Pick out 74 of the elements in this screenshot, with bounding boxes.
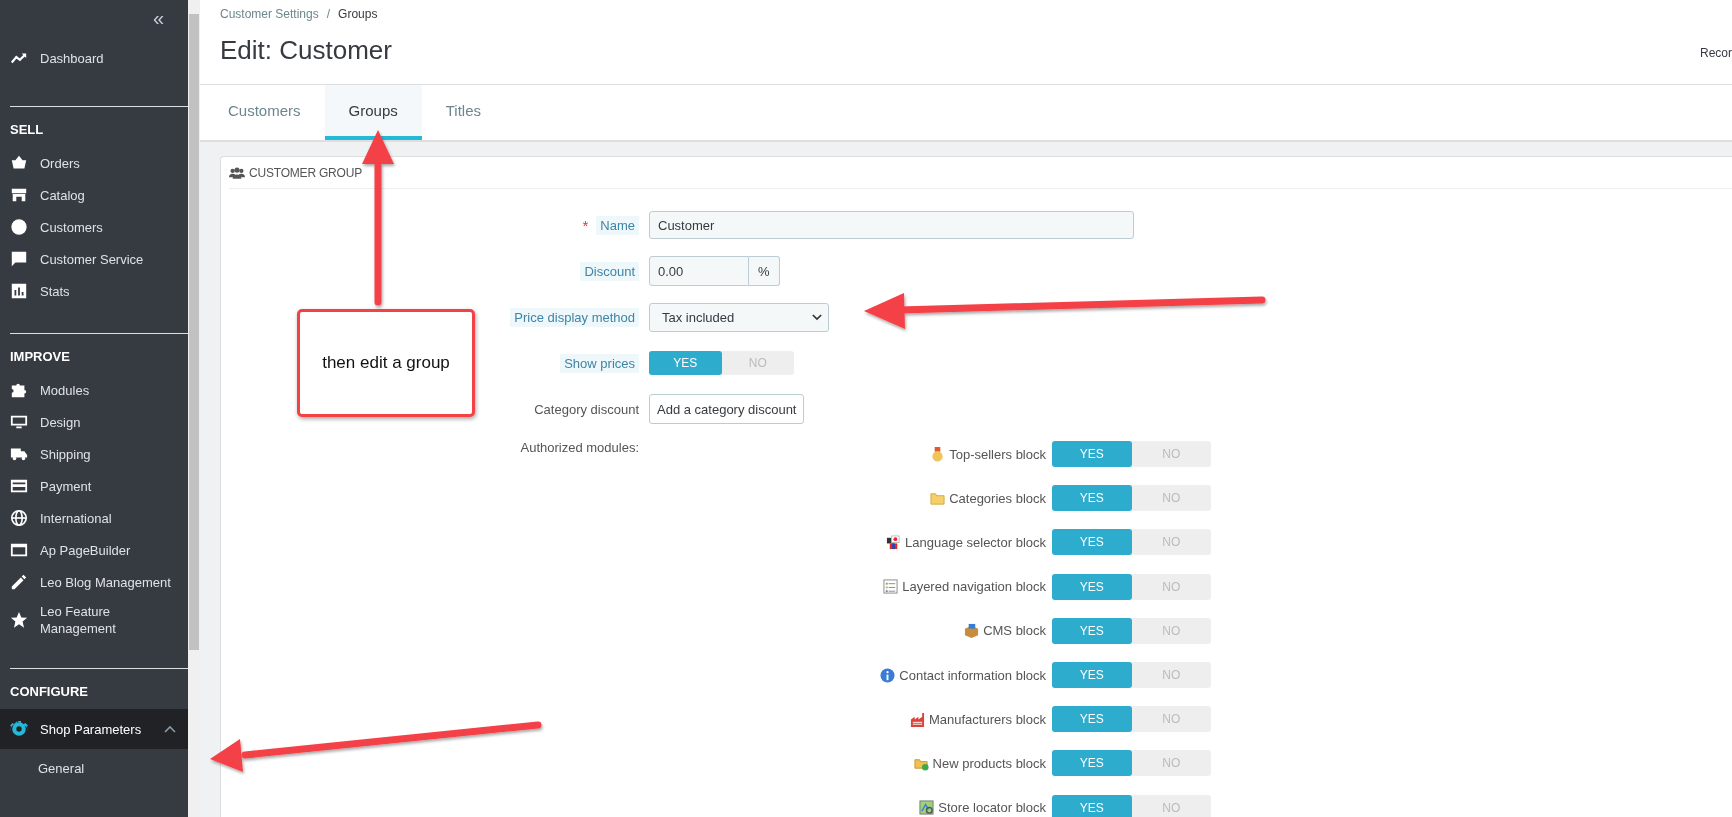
sidebar-item[interactable]: Customers xyxy=(0,211,188,243)
sidebar-item[interactable]: Payment xyxy=(0,470,188,502)
window-icon xyxy=(10,541,28,559)
chevron-icon xyxy=(812,313,822,321)
name-field[interactable]: Customer xyxy=(649,211,1134,239)
bars-icon xyxy=(10,282,28,300)
flags-icon xyxy=(886,534,902,550)
required-asterisk: * xyxy=(582,216,589,234)
person-icon xyxy=(10,218,28,236)
sidebar-item[interactable]: Orders xyxy=(0,147,188,179)
sidebar-item[interactable]: Ap PageBuilder xyxy=(0,534,188,566)
star-icon xyxy=(10,611,28,629)
collapse-icon[interactable]: « xyxy=(152,10,164,28)
tab[interactable]: Groups xyxy=(324,85,422,140)
monitor-icon xyxy=(10,413,28,431)
sidebar-item[interactable]: Customer Service xyxy=(0,243,188,275)
sidebar-item[interactable]: Shop Parameters xyxy=(0,709,188,749)
sidebar-item[interactable]: Catalog xyxy=(0,179,188,211)
section-heading: IMPROVE xyxy=(9,348,71,366)
list-icon xyxy=(883,579,899,595)
sidebar-item[interactable]: International xyxy=(0,502,188,534)
store-icon xyxy=(10,186,28,204)
card-icon xyxy=(10,477,28,495)
module-label: New products block xyxy=(932,755,1046,771)
map-icon xyxy=(919,800,935,816)
puzzle-icon xyxy=(10,381,28,399)
toolbar-link[interactable]: Recor xyxy=(1700,46,1732,60)
gear-icon xyxy=(10,720,28,738)
section-heading: CONFIGURE xyxy=(9,683,89,701)
page-title: Edit: Customer xyxy=(220,35,392,66)
sidebar-item[interactable]: Stats xyxy=(0,275,188,307)
people-icon xyxy=(229,166,245,179)
panel-title: CUSTOMER GROUP xyxy=(249,165,362,180)
submenu-item[interactable]: General xyxy=(0,749,188,776)
medal-icon xyxy=(930,446,946,462)
info-icon xyxy=(880,667,896,683)
scrollbar-thumb[interactable] xyxy=(189,14,199,650)
field-label: Category discount xyxy=(534,401,639,417)
price-display-dropdown[interactable]: Tax included xyxy=(649,302,829,332)
module-label: CMS block xyxy=(983,623,1046,639)
module-label: Contact information block xyxy=(899,667,1046,683)
module-label: Store locator block xyxy=(938,800,1046,816)
globe-icon xyxy=(10,509,28,527)
field-label: Name xyxy=(596,215,639,235)
factory-icon xyxy=(909,711,925,727)
discount-field[interactable]: 0.00 xyxy=(649,256,749,286)
sidebar-item[interactable]: Modules xyxy=(0,374,188,406)
field-label: Authorized modules: xyxy=(520,440,639,455)
box-icon xyxy=(964,623,980,639)
sidebar-item[interactable]: Design xyxy=(0,406,188,438)
sidebar-item[interactable]: Dashboard xyxy=(0,42,188,74)
pencil-icon xyxy=(10,573,28,591)
module-label: Layered navigation block xyxy=(902,579,1046,595)
sidebar-item[interactable]: Leo Blog Management xyxy=(0,566,188,598)
tab[interactable]: Customers xyxy=(204,85,325,140)
module-label: Top-sellers block xyxy=(949,446,1046,462)
annotation-callout: then edit a group xyxy=(297,309,475,417)
tab[interactable]: Titles xyxy=(421,85,505,140)
module-label: Manufacturers block xyxy=(928,711,1046,727)
module-label: Categories block xyxy=(949,490,1046,506)
sidebar-item[interactable]: Leo Feature Management xyxy=(0,598,188,642)
breadcrumb-link[interactable]: Customer Settings xyxy=(220,7,319,21)
chat-icon xyxy=(10,250,28,268)
section-heading: SELL xyxy=(9,121,45,139)
module-label: Language selector block xyxy=(905,534,1046,550)
field-label: Discount xyxy=(580,261,639,281)
folder-icon xyxy=(930,490,946,506)
scrollbar[interactable] xyxy=(188,0,200,817)
add-category-discount-button[interactable]: Add a category discount xyxy=(649,394,805,424)
breadcrumb-separator: / xyxy=(326,7,331,21)
field-label: Price display method xyxy=(510,307,639,327)
unit-addon: % xyxy=(749,256,780,286)
sidebar-item[interactable]: Shipping xyxy=(0,438,188,470)
field-label: Show prices xyxy=(560,353,639,373)
